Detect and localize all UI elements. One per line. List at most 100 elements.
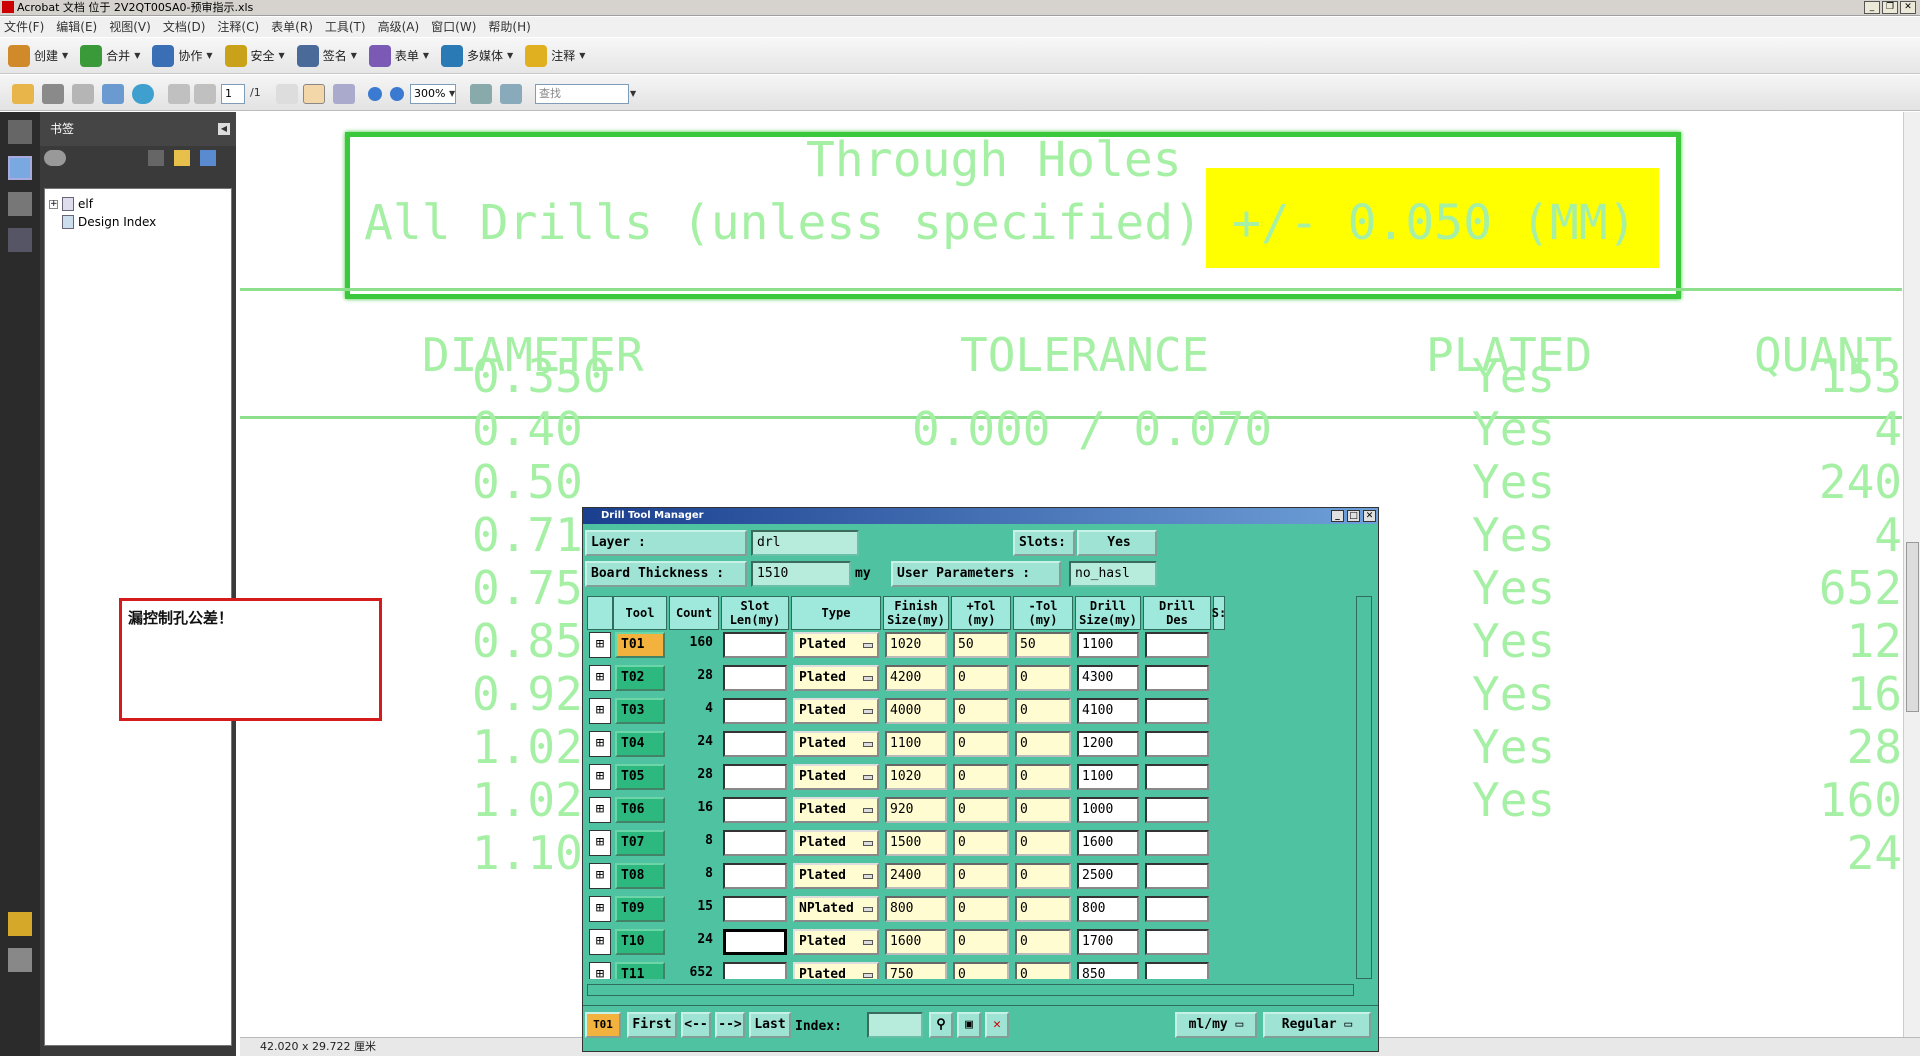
slot-length-input[interactable] [723, 698, 787, 724]
slot-length-input[interactable] [723, 632, 787, 658]
open-folder-icon[interactable] [12, 84, 34, 104]
save-tool-icon[interactable]: ▣ [957, 1012, 981, 1038]
tool-table-hscrollbar[interactable] [587, 984, 1354, 996]
task-button[interactable]: 注释 ▼ [525, 44, 585, 67]
mode-dropdown[interactable]: Regular ▭ [1263, 1012, 1371, 1038]
row-expand-icon[interactable]: ⊞ [589, 896, 611, 922]
plus-tol-input[interactable]: 0 [953, 764, 1009, 790]
options-gear-icon[interactable] [44, 150, 66, 166]
tool-cell[interactable]: T06 [615, 797, 665, 823]
slot-length-input[interactable] [723, 896, 787, 922]
slot-length-input[interactable] [723, 929, 787, 955]
drill-des-input[interactable] [1145, 962, 1209, 979]
finish-size-input[interactable]: 4200 [885, 665, 947, 691]
drill-size-input[interactable]: 1700 [1077, 929, 1139, 955]
row-expand-icon[interactable]: ⊞ [589, 698, 611, 724]
type-dropdown[interactable]: Plated [793, 665, 879, 691]
comments-icon[interactable] [8, 912, 32, 936]
row-expand-icon[interactable]: ⊞ [589, 962, 611, 979]
finish-size-input[interactable]: 750 [885, 962, 947, 979]
zoom-out-icon[interactable] [368, 87, 382, 101]
plus-tol-input[interactable]: 0 [953, 797, 1009, 823]
delete-bookmark-icon[interactable] [148, 150, 164, 166]
menu-item[interactable]: 文档(D) [163, 17, 206, 37]
prev-button[interactable]: <-- [681, 1012, 711, 1038]
menu-item[interactable]: 表单(R) [271, 17, 313, 37]
type-dropdown[interactable]: Plated [793, 929, 879, 955]
slot-length-input[interactable] [723, 830, 787, 856]
minus-tol-input[interactable]: 50 [1015, 632, 1071, 658]
finish-size-input[interactable]: 2400 [885, 863, 947, 889]
layers-icon[interactable] [8, 192, 32, 216]
tool-cell[interactable]: T05 [615, 764, 665, 790]
finish-size-input[interactable]: 1500 [885, 830, 947, 856]
tool-cell[interactable]: T10 [615, 929, 665, 955]
type-dropdown[interactable]: Plated [793, 863, 879, 889]
drill-size-input[interactable]: 800 [1077, 896, 1139, 922]
type-dropdown[interactable]: Plated [793, 962, 879, 979]
row-expand-icon[interactable]: ⊞ [589, 764, 611, 790]
type-dropdown[interactable]: Plated [793, 797, 879, 823]
units-dropdown[interactable]: ml/my ▭ [1175, 1012, 1257, 1038]
drill-size-input[interactable]: 1000 [1077, 797, 1139, 823]
fit-page-icon[interactable] [470, 84, 492, 104]
drill-size-input[interactable]: 850 [1077, 962, 1139, 979]
dtm-minimize-button[interactable]: _ [1331, 510, 1344, 522]
next-button[interactable]: --> [715, 1012, 745, 1038]
tool-cell[interactable]: T08 [615, 863, 665, 889]
drill-des-input[interactable] [1145, 896, 1209, 922]
row-expand-icon[interactable]: ⊞ [589, 830, 611, 856]
tool-cell[interactable]: T09 [615, 896, 665, 922]
plus-tol-input[interactable]: 0 [953, 731, 1009, 757]
search-tool-icon[interactable]: ⚲ [929, 1012, 953, 1038]
plus-tol-input[interactable]: 0 [953, 698, 1009, 724]
finish-size-input[interactable]: 4000 [885, 698, 947, 724]
row-expand-icon[interactable]: ⊞ [589, 665, 611, 691]
minus-tol-input[interactable]: 0 [1015, 764, 1071, 790]
row-expand-icon[interactable]: ⊞ [589, 929, 611, 955]
drill-size-input[interactable]: 1200 [1077, 731, 1139, 757]
scrollbar-thumb[interactable] [1906, 542, 1919, 712]
drill-size-input[interactable]: 1100 [1077, 632, 1139, 658]
row-expand-icon[interactable]: ⊞ [589, 632, 611, 658]
task-button[interactable]: 合并 ▼ [80, 44, 140, 67]
menu-item[interactable]: 窗口(W) [431, 17, 476, 37]
task-button[interactable]: 安全 ▼ [224, 44, 285, 67]
minus-tol-input[interactable]: 0 [1015, 929, 1071, 955]
type-dropdown[interactable]: Plated [793, 632, 879, 658]
slot-length-input[interactable] [723, 797, 787, 823]
slot-length-input[interactable] [723, 764, 787, 790]
menu-item[interactable]: 文件(F) [4, 17, 44, 37]
finish-size-input[interactable]: 920 [885, 797, 947, 823]
menu-item[interactable]: 工具(T) [325, 17, 366, 37]
type-dropdown[interactable]: Plated [793, 830, 879, 856]
restore-button[interactable]: ❐ [1882, 1, 1898, 14]
plus-tol-input[interactable]: 0 [953, 962, 1009, 979]
page-up-icon[interactable] [168, 84, 190, 104]
tool-cell[interactable]: T11 [615, 962, 665, 979]
bookmark-item[interactable]: + elf [49, 195, 93, 213]
slot-length-input[interactable] [723, 962, 787, 979]
row-expand-icon[interactable]: ⊞ [589, 731, 611, 757]
tool-cell[interactable]: T01 [615, 632, 665, 658]
document-scrollbar[interactable] [1903, 112, 1920, 1037]
expand-bookmark-icon[interactable] [200, 150, 216, 166]
drill-des-input[interactable] [1145, 764, 1209, 790]
globe-icon[interactable] [132, 84, 154, 104]
type-dropdown[interactable]: Plated [793, 731, 879, 757]
board-thickness-field[interactable]: 1510 [751, 561, 851, 587]
attachment-icon[interactable] [8, 948, 32, 972]
row-expand-icon[interactable]: ⊞ [589, 797, 611, 823]
plus-tol-input[interactable]: 0 [953, 665, 1009, 691]
plus-tol-input[interactable]: 0 [953, 929, 1009, 955]
last-button[interactable]: Last [749, 1012, 791, 1038]
minus-tol-input[interactable]: 0 [1015, 830, 1071, 856]
expand-icon[interactable]: + [49, 199, 58, 209]
minus-tol-input[interactable]: 0 [1015, 665, 1071, 691]
bookmarks-icon[interactable] [8, 156, 32, 180]
tool-cell[interactable]: T04 [615, 731, 665, 757]
plus-tol-input[interactable]: 50 [953, 632, 1009, 658]
task-button[interactable]: 表单 ▼ [368, 44, 429, 67]
hand-tool-icon[interactable] [303, 84, 325, 104]
type-dropdown[interactable]: Plated [793, 698, 879, 724]
